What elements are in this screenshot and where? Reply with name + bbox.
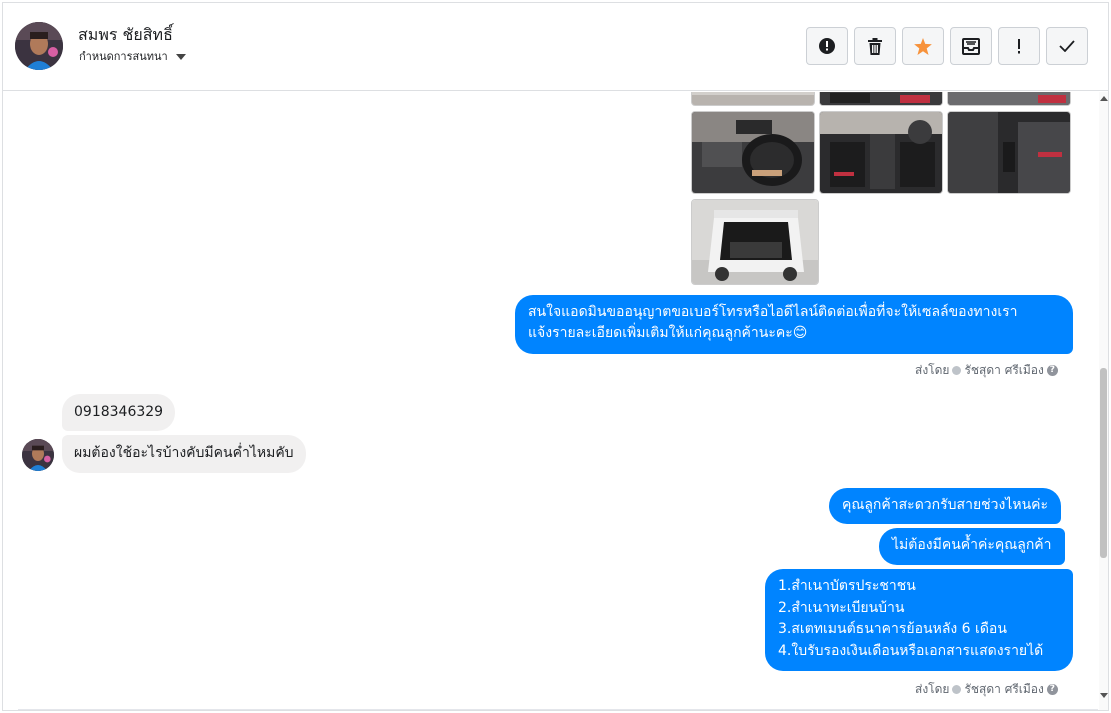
message-text: แจ้งรายละเอียดเพิ่มเติมให้แก่คุณลูกค้านะ… [528, 325, 808, 341]
delete-button[interactable] [854, 27, 896, 65]
incoming-message[interactable]: 0918346329 [62, 394, 176, 431]
message-text: 1.สำเนาบัตรประชาชน [778, 578, 916, 594]
car-photo-thumbnail[interactable] [691, 111, 815, 194]
label-text: กำหนดการสนทนา [79, 50, 168, 63]
outgoing-message[interactable]: 1.สำเนาบัตรประชาชน 2.สำเนาทะเบียนบ้าน 3.… [765, 569, 1073, 671]
message-text: 2.สำเนาทะเบียนบ้าน [778, 599, 905, 616]
question-mark-icon[interactable]: ? [1046, 365, 1058, 376]
car-photo-thumbnail[interactable] [947, 111, 1071, 194]
inbox-conversation-panel: สมพร ชัยสิทธิ์ กำหนดการสนทนา สนใจแอดมินข… [2, 2, 1109, 711]
sent-by-label: ส่งโดย [915, 363, 950, 377]
scroll-down-arrow-icon[interactable] [1100, 693, 1108, 698]
conversation-label-dropdown[interactable]: กำหนดการสนทนา [79, 47, 186, 65]
chevron-down-icon [175, 53, 186, 60]
outgoing-message[interactable]: คุณลูกค้าสะดวกรับสายช่วงไหนค่ะ [829, 488, 1062, 524]
trash-icon [868, 37, 882, 55]
message-text: สนใจแอดมินขออนุญาตขอเบอร์โทรหรือไอดีไลน์… [528, 304, 1018, 320]
sent-by-label: ส่งโดย [915, 682, 950, 696]
outgoing-message[interactable]: สนใจแอดมินขออนุญาตขอเบอร์โทรหรือไอดีไลน์… [515, 295, 1073, 354]
car-photo-thumbnail[interactable] [819, 111, 943, 194]
star-icon [914, 37, 932, 55]
car-photo-thumbnail[interactable] [691, 92, 815, 106]
done-button[interactable] [1046, 27, 1088, 65]
car-photo-thumbnail[interactable] [819, 92, 943, 106]
scrollbar[interactable] [1099, 92, 1108, 710]
message-text: 4.ใบรับรองเงินเดือนหรือเอกสารแสดงรายได้ [778, 642, 1044, 659]
message-text: 3.สเตทเมนต์ธนาคารย้อนหลัง 6 เดือน [778, 621, 1007, 637]
agent-name[interactable]: รัชสุดา ศรีเมือง [964, 680, 1043, 699]
conversation-header: สมพร ชัยสิทธิ์ กำหนดการสนทนา [3, 3, 1108, 91]
sent-by-line: ส่งโดย รัชสุดา ศรีเมือง ? [915, 361, 1058, 380]
agent-avatar-icon [952, 366, 962, 375]
contact-name[interactable]: สมพร ชัยสิทธิ์ [78, 23, 173, 48]
report-spam-button[interactable] [806, 27, 848, 65]
checkmark-icon [1059, 40, 1075, 52]
message-thread[interactable]: สนใจแอดมินขออนุญาตขอเบอร์โทรหรือไอดีไลน์… [3, 92, 1101, 710]
question-mark-icon[interactable]: ? [1046, 684, 1058, 695]
contact-avatar[interactable] [15, 22, 63, 70]
car-photo-thumbnail[interactable] [947, 92, 1071, 106]
inbox-icon [962, 37, 980, 55]
composer-divider [18, 709, 1098, 710]
message-text: ไม่ต้องมีคนค้ำค่ะคุณลูกค้า [892, 537, 1052, 553]
car-photo-thumbnail[interactable] [691, 199, 819, 285]
exclamation-circle-icon [819, 38, 835, 54]
outgoing-message[interactable]: ไม่ต้องมีคนค้ำค่ะคุณลูกค้า [879, 528, 1065, 565]
message-text: คุณลูกค้าสะดวกรับสายช่วงไหนค่ะ [842, 497, 1049, 513]
sent-by-line: ส่งโดย รัชสุดา ศรีเมือง ? [915, 680, 1058, 699]
mark-unread-button[interactable] [998, 27, 1040, 65]
exclamation-icon [1018, 38, 1020, 53]
scrollbar-thumb[interactable] [1100, 368, 1107, 558]
star-button[interactable] [902, 27, 944, 65]
contact-avatar-small[interactable] [22, 439, 54, 471]
move-to-done-button[interactable] [950, 27, 992, 65]
agent-avatar-icon [952, 685, 962, 694]
incoming-message[interactable]: ผมต้องใช้อะไรบ้างคับมีคนค่ำไหมคับ [62, 435, 306, 473]
scroll-up-arrow-icon[interactable] [1100, 96, 1108, 101]
conversation-toolbar [806, 27, 1088, 65]
message-text: ผมต้องใช้อะไรบ้างคับมีคนค่ำไหมคับ [74, 445, 294, 461]
agent-name[interactable]: รัชสุดา ศรีเมือง [964, 361, 1043, 380]
message-text: 0918346329 [74, 404, 164, 420]
